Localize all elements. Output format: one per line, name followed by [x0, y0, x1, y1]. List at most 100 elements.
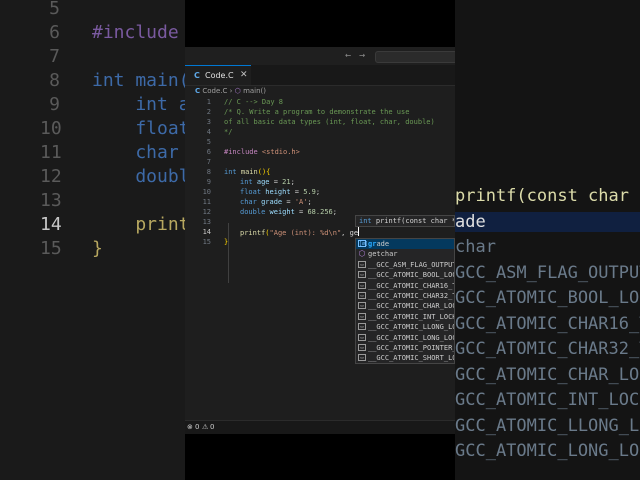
suggestion-item[interactable]: ▭ __GCC_ATOMIC_CHAR16_T_	[356, 281, 455, 291]
suggestion-rest: __GCC_ATOMIC_INT_LOCK_	[368, 312, 455, 321]
suggestion-rest: getchar	[368, 250, 398, 259]
background-suggestion-line: GCC_ATOMIC_CHAR32_T_	[455, 339, 640, 359]
error-count[interactable]: 0	[195, 423, 199, 431]
suggestion-label: grade	[368, 239, 389, 249]
constant-icon: ▭	[358, 292, 366, 299]
suggestion-item[interactable]: ▭ __GCC_ASM_FLAG_OUTPUTS	[356, 260, 455, 270]
background-suggestion-line: GCC_ATOMIC_INT_LOCK_	[455, 390, 640, 410]
suggestion-item[interactable]: ⬡ getchar	[356, 249, 454, 259]
background-editor-right: printf(const char *_ ade char GCC_ASM_FLAG_…	[455, 0, 640, 480]
line-number: 2	[206, 108, 211, 116]
suggestion-label: __GCC_ATOMIC_LONG_LOCK	[368, 333, 455, 343]
warning-count[interactable]: 0	[210, 423, 214, 431]
status-bar: ⊗ 0 ⚠ 0	[185, 420, 455, 434]
c-file-icon: C	[194, 71, 200, 80]
suggestion-item[interactable]: ▭ __GCC_ATOMIC_INT_LOCK_	[356, 312, 455, 322]
tab-code-c[interactable]: C Code.C ✕	[185, 65, 251, 85]
back-arrow-icon[interactable]: ←	[345, 50, 351, 61]
suggestion-item[interactable]: ▭ __GCC_ATOMIC_CHAR32_T_	[356, 291, 455, 301]
constant-icon: ▭	[358, 271, 366, 279]
constant-icon: ▭	[358, 302, 366, 310]
line-number: 12	[202, 208, 211, 216]
background-code-text: int main()	[92, 70, 185, 91]
background-code-text: double	[135, 166, 185, 187]
constant-icon: ▭	[358, 333, 366, 341]
close-icon[interactable]: ✕	[240, 70, 248, 80]
suggestion-rest: __GCC_ATOMIC_CHAR32_T_	[368, 292, 455, 300]
suggestion-item[interactable]: ▭ __GCC_ATOMIC_BOOL_LOCK	[356, 270, 455, 280]
suggestion-label: __GCC_ATOMIC_INT_LOCK_	[368, 312, 455, 322]
code-line-12: double weight = 68.256;	[240, 208, 337, 216]
line-number: 10	[202, 188, 211, 196]
constant-icon: ▭	[358, 354, 366, 362]
suggestion-item[interactable]: ▭ __GCC_ATOMIC_POINTER_L	[356, 343, 455, 353]
background-suggestion-line: GCC_ATOMIC_LONG_LOCK	[455, 441, 640, 461]
line-number: 14	[202, 228, 211, 236]
code-line-15: }	[224, 238, 229, 246]
forward-arrow-icon[interactable]: →	[359, 50, 365, 61]
suggestion-rest: __GCC_ATOMIC_LONG_LOCK	[368, 333, 455, 342]
suggestion-label: __GCC_ATOMIC_SHORT_LOC	[368, 353, 455, 363]
line-number: 6	[206, 148, 211, 156]
autocomplete-suggest-widget: [ø] grade ⬡ getchar ▭ __GCC_ASM_FLAG_OUTPUTS ▭…	[355, 238, 455, 364]
suggestion-rest: __GCC_ATOMIC_CHAR16_T_	[368, 281, 455, 290]
line-number: 4	[206, 128, 211, 136]
code-line-8: int main(){	[224, 168, 271, 176]
code-line-1: // C --> Day 8	[224, 98, 284, 106]
code-line-14: printf("Age (int): %d\n", ge	[240, 227, 360, 237]
background-line-number: 7	[49, 46, 60, 67]
suggestion-label: __GCC_ATOMIC_CHAR_LOCK	[368, 301, 455, 311]
code-line-6: #include <stdio.h>	[224, 148, 300, 156]
constant-icon: ▭	[358, 312, 366, 320]
code-line-3: of all basic data types (int, float, cha…	[224, 118, 435, 126]
suggestion-rest: __GCC_ASM_FLAG_OUTPUTS	[368, 260, 455, 269]
suggestion-rest: __GCC_ATOMIC_BOOL_LOCK	[368, 271, 455, 280]
suggestion-rest: __GCC_ATOMIC_CHAR_LOCK	[368, 302, 455, 311]
constant-icon: ▭	[358, 323, 366, 331]
code-line-4: */	[224, 128, 233, 136]
background-suggestion-line: ade	[455, 211, 640, 232]
chevron-right-icon: ›	[229, 87, 233, 95]
line-number: 5	[206, 138, 211, 146]
error-icon[interactable]: ⊗	[187, 423, 193, 431]
background-line-number: 8	[49, 70, 60, 91]
background-code-text: char g	[135, 142, 179, 163]
c-file-icon: C	[195, 87, 201, 95]
background-line-number: 5	[49, 0, 60, 19]
suggestion-item[interactable]: ▭ __GCC_ATOMIC_CHAR_LOCK	[356, 301, 455, 311]
background-line-number: 15	[40, 238, 62, 259]
suggestion-label: __GCC_ATOMIC_CHAR32_T_	[368, 291, 455, 301]
line-number: 1	[206, 98, 211, 106]
code-line-2: /* Q. Write a program to demonstrate the…	[224, 108, 410, 116]
tab-label: Code.C	[205, 71, 234, 80]
background-line-number: 11	[40, 142, 62, 163]
line-number: 8	[206, 168, 211, 176]
suggestion-rest: __GCC_ATOMIC_SHORT_LOC	[368, 354, 455, 363]
suggestion-label: getchar	[368, 249, 398, 259]
background-suggestion-line: char	[455, 237, 496, 257]
suggestion-item[interactable]: ▭ __GCC_ATOMIC_SHORT_LOC	[356, 353, 455, 363]
suggestion-label: __GCC_ASM_FLAG_OUTPUTS	[368, 260, 455, 270]
title-bar: ← →	[185, 47, 455, 65]
background-line-number: 12	[40, 166, 62, 187]
text-cursor	[358, 227, 360, 236]
breadcrumb-file[interactable]: Code.C	[202, 87, 227, 95]
line-number: 11	[202, 198, 211, 206]
suggestion-label: __GCC_ATOMIC_CHAR16_T_	[368, 281, 455, 291]
indent-guide	[228, 223, 229, 283]
suggestion-item[interactable]: ▭ __GCC_ATOMIC_LLONG_LOC	[356, 322, 454, 332]
breadcrumb-symbol[interactable]: main()	[243, 87, 266, 95]
line-number: 15	[202, 238, 211, 246]
background-suggestion-line: GCC_ATOMIC_LLONG_LOCK	[455, 415, 640, 436]
suggestion-item[interactable]: ▭ __GCC_ATOMIC_LONG_LOCK	[356, 333, 455, 343]
command-center-search[interactable]	[375, 51, 455, 63]
constant-icon: ▭	[358, 344, 366, 351]
constant-icon: ▭	[358, 281, 366, 289]
background-suggestion-line: GCC_ATOMIC_CHAR_LOCK	[455, 364, 640, 385]
background-suggestion-line: GCC_ASM_FLAG_OUTPUTS	[455, 262, 640, 283]
background-suggestion-line: GCC_ATOMIC_CHAR16_T_	[455, 313, 640, 334]
background-line-number: 14	[40, 214, 62, 235]
suggestion-rest: __GCC_ATOMIC_POINTER_L	[368, 344, 455, 352]
warning-icon[interactable]: ⚠	[202, 423, 208, 431]
suggestion-item[interactable]: [ø] grade	[356, 239, 454, 249]
